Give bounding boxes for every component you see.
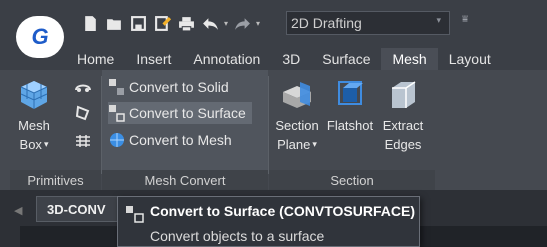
convert-to-mesh-icon	[110, 133, 124, 147]
section-plane-label-2: Plane	[277, 137, 311, 152]
workspace-label: 2D Drafting	[291, 15, 362, 31]
convert-to-surface-button[interactable]: Convert to Surface	[108, 102, 252, 124]
flatshot-label: Flatshot	[326, 118, 374, 133]
chevron-down-icon: ▾	[436, 15, 441, 25]
convert-to-surface-icon	[126, 206, 144, 223]
tab-annotation[interactable]: Annotation	[182, 48, 271, 70]
new-file-icon[interactable]	[80, 13, 100, 33]
flatshot-icon	[338, 81, 363, 105]
convert-to-solid-label: Convert to Solid	[129, 79, 229, 95]
workspace-dropdown[interactable]: 2D Drafting ▾	[286, 11, 450, 35]
extract-edges-label-2: Edges	[384, 137, 422, 152]
convert-to-solid-icon	[109, 79, 124, 95]
tab-layout[interactable]: Layout	[438, 48, 502, 70]
smooth-more-icon[interactable]	[74, 78, 92, 96]
tooltip: Convert to Surface (CONVTOSURFACE) Conve…	[117, 196, 420, 247]
section-panel: Section Plane ▾ Flatshot Extract Edges S…	[269, 70, 435, 190]
mesh-box-label-2: Box	[19, 137, 42, 152]
application-menu-button[interactable]: G	[16, 16, 64, 58]
save-icon[interactable]	[128, 13, 148, 33]
extract-edges-button[interactable]: Extract Edges	[379, 78, 427, 154]
primitives-panel: Mesh Box ▾ Primitives	[10, 70, 101, 190]
section-panel-title: Section	[269, 170, 435, 190]
section-plane-label-1: Section	[275, 118, 319, 133]
quick-access-toolbar: ▾ ▾	[80, 10, 264, 36]
extract-edges-label-1: Extract	[382, 118, 424, 133]
title-bar: G ▾ ▾ 2D Drafting ▾ ⩸	[0, 0, 547, 58]
mesh-convert-panel-title: Mesh Convert	[102, 170, 268, 190]
extract-edges-icon	[392, 81, 416, 108]
convert-to-surface-label: Convert to Surface	[129, 105, 246, 121]
customize-toolbar-icon[interactable]: ⩸	[462, 14, 468, 25]
crease-icon[interactable]	[74, 132, 92, 150]
convert-to-surface-icon	[109, 105, 125, 122]
flatshot-button[interactable]: Flatshot	[326, 78, 374, 135]
print-icon[interactable]	[176, 13, 196, 33]
chevron-down-icon: ▾	[312, 139, 317, 149]
redo-dropdown-icon[interactable]: ▾	[256, 19, 260, 28]
save-as-icon[interactable]	[152, 13, 172, 33]
mesh-convert-panel: Convert to Solid Convert to Surface Conv…	[102, 70, 268, 190]
undo-icon[interactable]	[200, 13, 220, 33]
ribbon-tabs: Home Insert Annotation 3D Surface Mesh L…	[0, 48, 547, 70]
convert-to-solid-button[interactable]: Convert to Solid	[108, 76, 235, 98]
refine-mesh-icon[interactable]	[74, 104, 92, 122]
mesh-box-label-1: Mesh	[18, 118, 50, 133]
chevron-down-icon: ▾	[43, 139, 49, 149]
scroll-left-icon[interactable]: ◀	[14, 204, 22, 217]
section-plane-button[interactable]: Section Plane ▾	[272, 78, 322, 154]
tab-home[interactable]: Home	[66, 48, 125, 70]
section-plane-icon	[283, 82, 311, 108]
tab-surface[interactable]: Surface	[311, 48, 381, 70]
tab-insert[interactable]: Insert	[125, 48, 182, 70]
app-logo: G	[31, 24, 49, 49]
convert-to-mesh-label: Convert to Mesh	[129, 132, 232, 148]
undo-dropdown-icon[interactable]: ▾	[224, 19, 228, 28]
primitives-panel-title: Primitives	[10, 170, 101, 190]
tab-3d[interactable]: 3D	[271, 48, 311, 70]
convert-to-mesh-button[interactable]: Convert to Mesh	[108, 129, 238, 151]
mesh-box-button[interactable]: Mesh Box ▾	[16, 78, 52, 154]
mesh-box-icon	[20, 81, 48, 109]
redo-icon[interactable]	[232, 13, 252, 33]
tooltip-description: Convert objects to a surface	[150, 228, 325, 244]
ribbon: Mesh Box ▾ Primitives Convert to Solid C…	[0, 70, 547, 190]
open-folder-icon[interactable]	[104, 13, 124, 33]
tooltip-title: Convert to Surface (CONVTOSURFACE)	[150, 203, 415, 219]
tab-mesh[interactable]: Mesh	[381, 48, 438, 70]
